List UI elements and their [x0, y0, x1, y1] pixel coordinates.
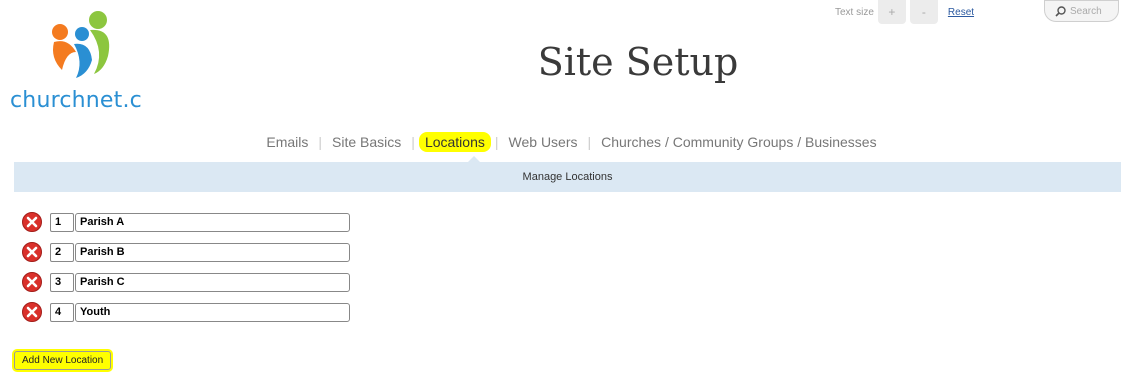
- text-size-controls: Text size + - Reset: [835, 0, 974, 24]
- delete-location-icon[interactable]: [22, 212, 42, 232]
- location-order-input[interactable]: [50, 212, 74, 232]
- tab-web-users[interactable]: Web Users: [499, 134, 588, 150]
- location-name-input[interactable]: [75, 212, 350, 232]
- nav-separator: |: [411, 134, 415, 150]
- add-new-location-button[interactable]: Add New Location: [14, 351, 112, 370]
- location-order-input[interactable]: [50, 272, 74, 292]
- decrease-text-size-button[interactable]: -: [909, 0, 938, 24]
- tab-site-basics[interactable]: Site Basics: [322, 134, 411, 150]
- location-row: [22, 237, 350, 267]
- setup-nav: Emails | Site Basics | Locations | Web U…: [0, 132, 1121, 152]
- location-name-input[interactable]: [75, 242, 350, 262]
- tab-emails[interactable]: Emails: [256, 134, 318, 150]
- locations-list: [22, 207, 350, 327]
- delete-location-icon[interactable]: [22, 272, 42, 292]
- search-button[interactable]: Search: [1044, 0, 1119, 22]
- text-size-label: Text size: [835, 6, 874, 18]
- tab-locations[interactable]: Locations: [418, 132, 491, 152]
- location-row: [22, 207, 350, 237]
- section-title: Manage Locations: [522, 171, 613, 183]
- site-setup-page: churchnet.co Text size + - Reset Search …: [0, 0, 1121, 390]
- location-order-input[interactable]: [50, 242, 74, 262]
- delete-location-icon[interactable]: [22, 242, 42, 262]
- increase-text-size-button[interactable]: +: [877, 0, 906, 24]
- location-name-input[interactable]: [75, 272, 350, 292]
- reset-text-size-link[interactable]: Reset: [948, 7, 974, 18]
- search-icon: [1055, 5, 1066, 17]
- location-name-input[interactable]: [75, 302, 350, 322]
- active-tab-pointer: [468, 156, 480, 162]
- page-title: Site Setup: [537, 40, 739, 84]
- delete-location-icon[interactable]: [22, 302, 42, 322]
- tab-churches-groups-businesses[interactable]: Churches / Community Groups / Businesses: [591, 134, 886, 150]
- search-label: Search: [1070, 5, 1102, 17]
- logo-text: churchnet.co: [10, 88, 142, 113]
- section-header: Manage Locations: [14, 156, 1121, 192]
- location-order-input[interactable]: [50, 302, 74, 322]
- location-row: [22, 297, 350, 327]
- location-row: [22, 267, 350, 297]
